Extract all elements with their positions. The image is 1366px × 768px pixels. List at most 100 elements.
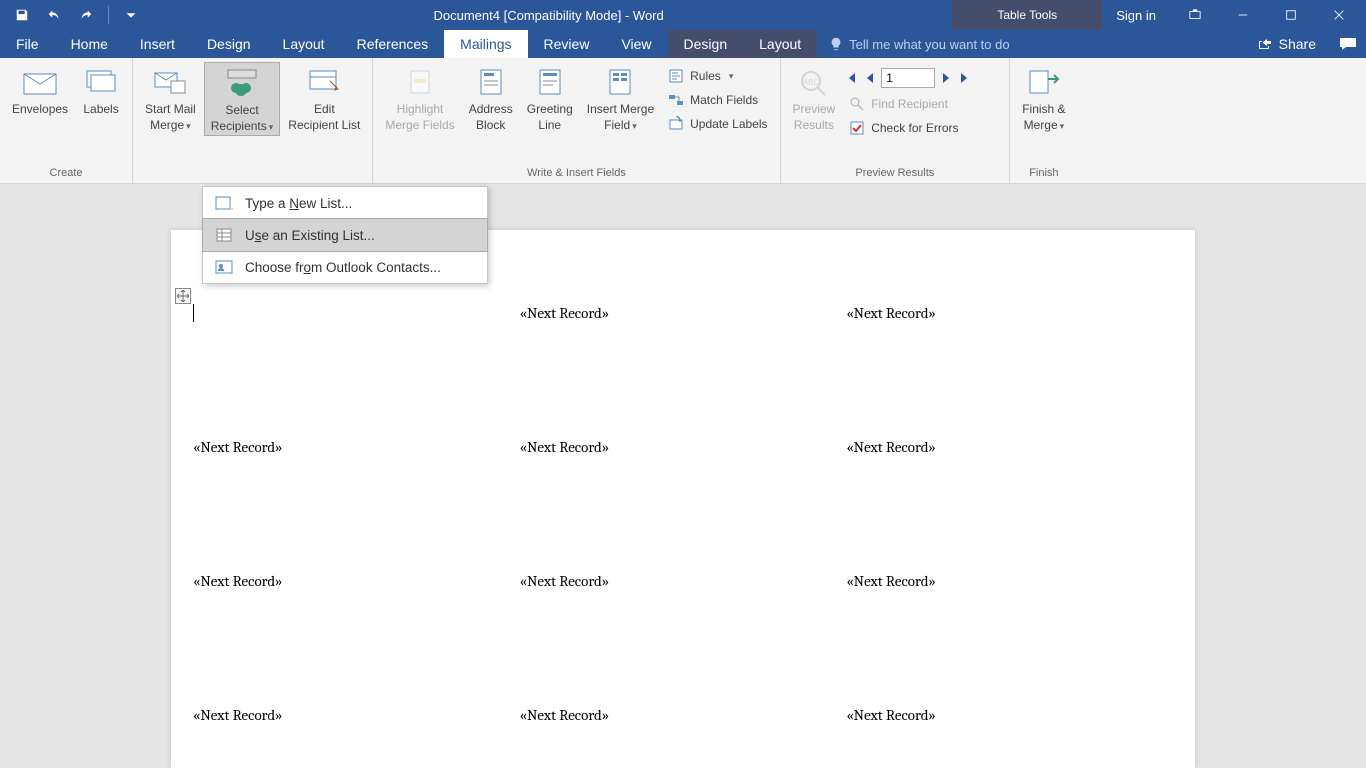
select-recipients-button[interactable]: Select Recipients▾ [204,62,281,136]
share-button[interactable]: Share [1243,30,1330,58]
group-label-write-insert: Write & Insert Fields [379,165,773,183]
chevron-down-icon: ▾ [269,122,274,132]
ribbon-display-options-button[interactable] [1172,0,1218,30]
greeting-line-button[interactable]: Greeting Line [521,62,579,134]
highlight-merge-fields-button: Highlight Merge Fields [379,62,460,134]
rules-button[interactable]: Rules▾ [662,66,773,86]
merge-field-icon [602,64,638,100]
select-recipients-menu: Type a New List... Use an Existing List.… [202,186,488,284]
tab-design[interactable]: Design [191,30,267,58]
sign-in-button[interactable]: Sign in [1102,8,1170,23]
comments-button[interactable] [1330,30,1366,58]
tab-review[interactable]: Review [528,30,606,58]
label-grid: «Next Record» «Next Record» «Next Record… [193,300,1173,768]
label-cell[interactable]: «Next Record» [846,300,1173,434]
labels-button[interactable]: Labels [76,62,126,118]
check-icon [849,120,865,136]
menu-outlook-contacts[interactable]: Choose from Outlook Contacts... [203,251,487,283]
label-cell[interactable]: «Next Record» [520,434,847,568]
tab-references[interactable]: References [341,30,445,58]
table-move-handle[interactable] [175,288,191,304]
tab-insert[interactable]: Insert [124,30,191,58]
menu-use-existing-list[interactable]: Use an Existing List... [202,218,488,252]
envelopes-button[interactable]: Envelopes [6,62,74,118]
close-button[interactable] [1316,0,1362,30]
undo-button[interactable] [40,3,68,27]
recipients-icon [224,65,260,101]
menu-type-new-list[interactable]: Type a New List... [203,187,487,219]
match-fields-button[interactable]: Match Fields [662,90,773,110]
qat-customize-button[interactable] [117,3,145,27]
group-start-mail-merge: Start Mail Merge▾ Select Recipients▾ Edi… [133,58,373,183]
window-title: Document4 [Compatibility Mode] - Word [145,8,952,23]
svg-text:ABC: ABC [803,78,820,87]
lightbulb-icon [829,37,843,51]
save-button[interactable] [8,3,36,27]
mail-merge-icon [152,64,188,100]
label-cell[interactable]: «Next Record» [846,702,1173,768]
check-errors-button[interactable]: Check for Errors [843,118,1003,138]
qat-separator [108,6,109,24]
next-record-button[interactable] [938,70,954,86]
first-record-button[interactable] [843,70,859,86]
last-record-button[interactable] [957,70,973,86]
label-cell[interactable]: «Next Record» [193,702,520,768]
table-row: «Next Record» «Next Record» «Next Record… [193,568,1173,702]
group-preview-results: ABC Preview Results Find Recipient [781,58,1011,183]
label-cell[interactable]: «Next Record» [520,568,847,702]
finish-icon [1026,64,1062,100]
group-write-insert-fields: Highlight Merge Fields Address Block Gre… [373,58,780,183]
chevron-down-icon: ▾ [186,121,191,131]
label-cell[interactable]: «Next Record» [520,300,847,434]
address-block-button[interactable]: Address Block [463,62,519,134]
prev-record-button[interactable] [862,70,878,86]
tab-view[interactable]: View [605,30,667,58]
edit-recipient-list-button[interactable]: Edit Recipient List [282,62,366,134]
group-label-preview: Preview Results [787,165,1004,183]
group-label-create: Create [6,165,126,183]
tab-home[interactable]: Home [55,30,124,58]
minimize-button[interactable] [1220,0,1266,30]
tab-table-design[interactable]: Design [668,30,744,58]
insert-merge-field-button[interactable]: Insert Merge Field▾ [581,62,660,134]
chevron-down-icon: ▾ [632,121,637,131]
tab-mailings[interactable]: Mailings [444,30,527,58]
greeting-icon [532,64,568,100]
label-cell[interactable]: «Next Record» [520,702,847,768]
ribbon-tabs: File Home Insert Design Layout Reference… [0,30,1366,58]
highlight-icon [402,64,438,100]
rules-icon [668,68,684,84]
share-icon [1257,36,1273,52]
record-number-input[interactable] [881,68,935,88]
label-cell[interactable]: «Next Record» [193,568,520,702]
finish-merge-button[interactable]: Finish & Merge▾ [1016,62,1071,134]
label-cell[interactable] [193,300,520,434]
preview-results-button: ABC Preview Results [787,62,842,134]
update-labels-button[interactable]: Update Labels [662,114,773,134]
text-cursor [193,304,194,322]
new-list-icon [215,194,233,212]
envelope-icon [22,64,58,100]
label-cell[interactable]: «Next Record» [846,434,1173,568]
tab-file[interactable]: File [0,30,55,58]
existing-list-icon [215,226,233,244]
redo-button[interactable] [72,3,100,27]
label-cell[interactable]: «Next Record» [846,568,1173,702]
table-row: «Next Record» «Next Record» «Next Record… [193,434,1173,568]
match-fields-icon [668,92,684,108]
tab-table-layout[interactable]: Layout [743,30,817,58]
label-cell[interactable]: «Next Record» [193,434,520,568]
title-bar: Document4 [Compatibility Mode] - Word Ta… [0,0,1366,30]
record-navigation [843,66,1003,90]
start-mail-merge-button[interactable]: Start Mail Merge▾ [139,62,202,134]
group-create: Envelopes Labels Create [0,58,133,183]
tell-me-input[interactable]: Tell me what you want to do [817,30,1242,58]
outlook-contacts-icon [215,258,233,276]
page[interactable]: «Next Record» «Next Record» «Next Record… [171,230,1195,768]
chevron-down-icon: ▾ [729,71,734,82]
maximize-button[interactable] [1268,0,1314,30]
contextual-tab-label: Table Tools [952,0,1102,30]
search-icon [849,96,865,112]
tab-layout[interactable]: Layout [267,30,341,58]
chevron-down-icon: ▾ [1060,121,1065,131]
